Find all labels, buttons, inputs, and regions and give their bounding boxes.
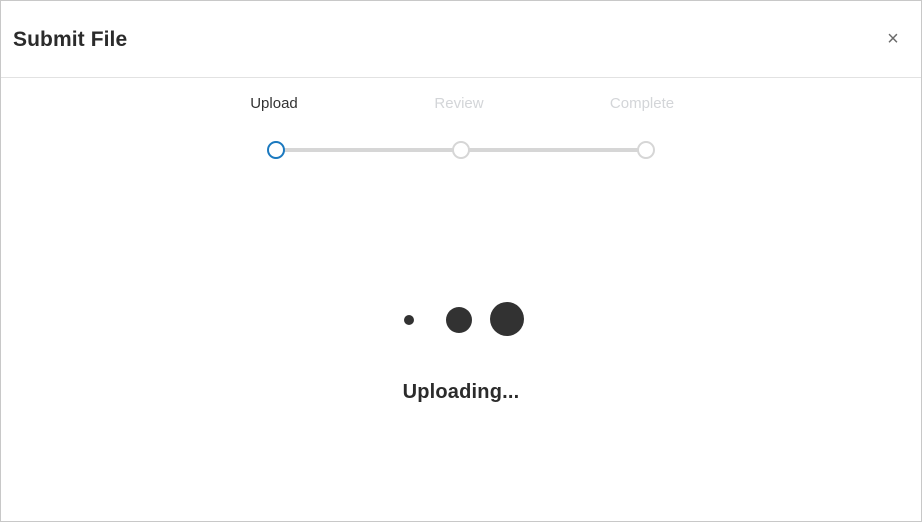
loading-dot-medium (446, 307, 472, 333)
step-label-review: Review (434, 95, 484, 112)
loading-dot-large (490, 302, 524, 336)
loading-dot-small (404, 315, 414, 325)
upload-status-area: Uploading... (1, 293, 921, 404)
step-node-complete[interactable] (637, 141, 655, 159)
step-node-upload[interactable] (267, 141, 285, 159)
upload-status-text: Uploading... (402, 381, 520, 403)
step-node-review[interactable] (452, 141, 470, 159)
dialog-header: Submit File × (1, 1, 921, 78)
progress-stepper: Upload Review Complete (1, 94, 921, 184)
close-icon[interactable]: × (879, 25, 907, 53)
submit-file-dialog: Submit File × Upload Review Complete Upl… (0, 0, 922, 522)
loading-spinner-icon (391, 293, 531, 336)
dialog-body: Upload Review Complete Uploading... (1, 78, 921, 521)
step-label-upload: Upload (250, 95, 298, 112)
page-title: Submit File (13, 27, 128, 51)
stepper-labels: Upload Review Complete (1, 94, 921, 118)
step-label-complete: Complete (609, 95, 675, 112)
